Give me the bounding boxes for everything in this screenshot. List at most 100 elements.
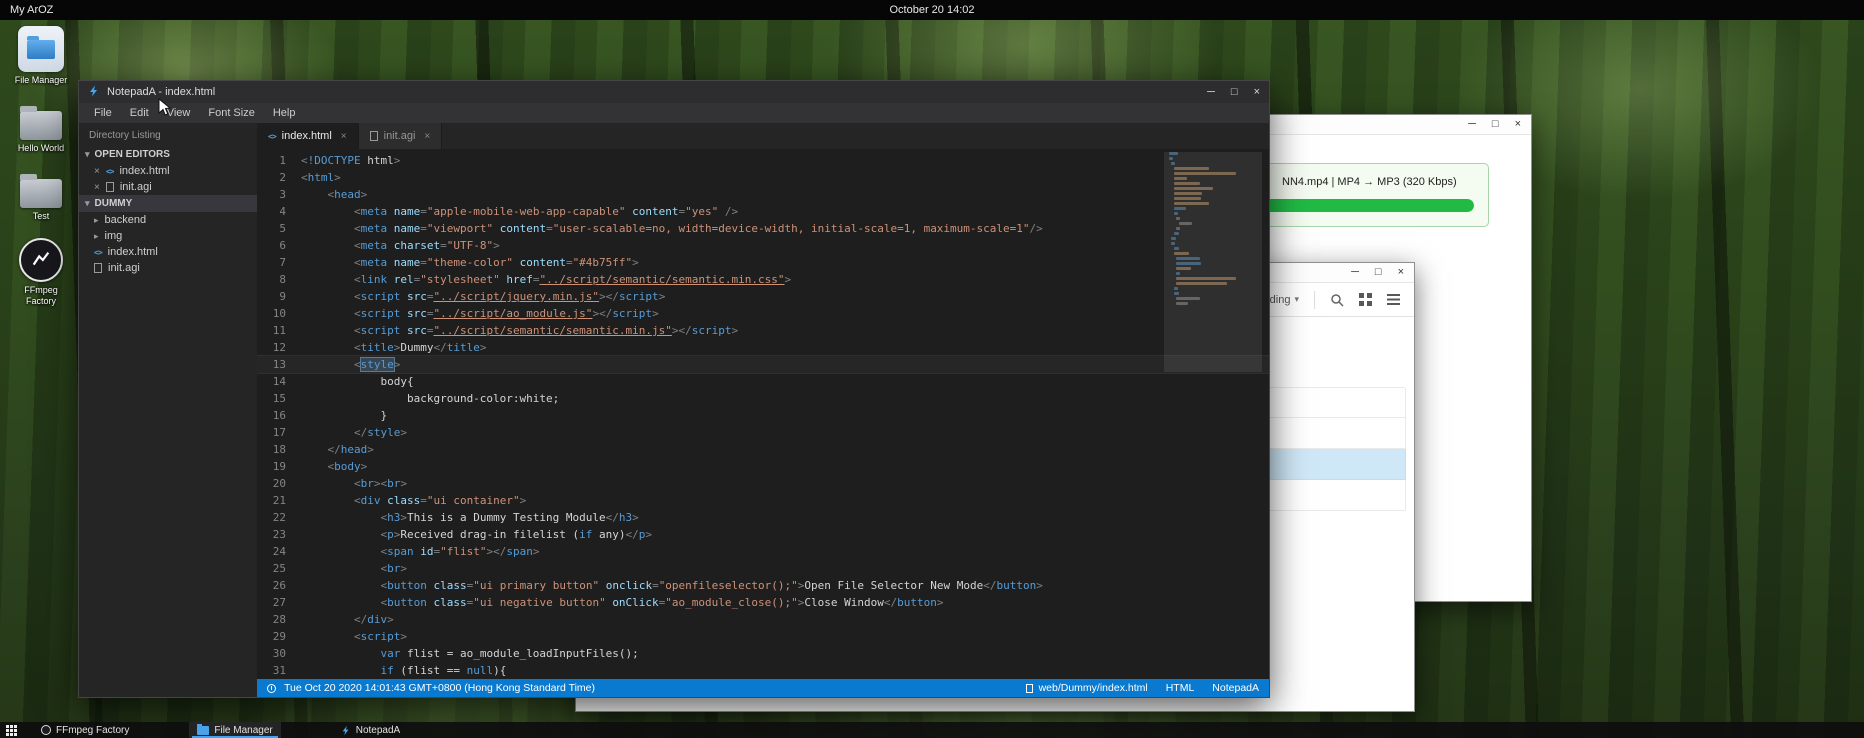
code-line[interactable]: 12 <title>Dummy</title> bbox=[257, 339, 1269, 356]
code-line[interactable]: 13 <style> bbox=[257, 356, 1269, 373]
code-line[interactable]: 20 <br><br> bbox=[257, 475, 1269, 492]
code-line[interactable]: 18 </head> bbox=[257, 441, 1269, 458]
close-button[interactable]: × bbox=[1254, 87, 1260, 98]
code-line[interactable]: 10 <script src="../script/ao_module.js">… bbox=[257, 305, 1269, 322]
menu-font-size[interactable]: Font Size bbox=[199, 105, 263, 121]
close-icon[interactable]: × bbox=[424, 131, 430, 142]
code-lines: 1<!DOCTYPE html>2<html>3 <head>4 <meta n… bbox=[257, 152, 1269, 679]
sidebar-item-index-html[interactable]: ×<>index.html bbox=[79, 163, 257, 179]
desktop-icon-hello-world[interactable]: Hello World bbox=[4, 103, 78, 154]
code-line[interactable]: 14 body{ bbox=[257, 373, 1269, 390]
search-icon[interactable] bbox=[1330, 293, 1344, 307]
code-line[interactable]: 27 <button class="ui negative button" on… bbox=[257, 594, 1269, 611]
maximize-button[interactable]: □ bbox=[1492, 119, 1499, 130]
code-line[interactable]: 1<!DOCTYPE html> bbox=[257, 152, 1269, 169]
code-line[interactable]: 3 <head> bbox=[257, 186, 1269, 203]
code-line[interactable]: 28 </div> bbox=[257, 611, 1269, 628]
line-number: 17 bbox=[257, 424, 301, 441]
sidebar-item-img[interactable]: ▸img bbox=[79, 228, 257, 244]
code-line[interactable]: 5 <meta name="viewport" content="user-sc… bbox=[257, 220, 1269, 237]
code-line[interactable]: 24 <span id="flist"></span> bbox=[257, 543, 1269, 560]
close-button[interactable]: × bbox=[1515, 119, 1521, 130]
code-text: <button class="ui primary button" onclic… bbox=[301, 577, 1043, 594]
code-line[interactable]: 9 <script src="../script/jquery.min.js">… bbox=[257, 288, 1269, 305]
sidebar-item-index-html[interactable]: <>index.html bbox=[79, 244, 257, 260]
sidebar-item-init-agi[interactable]: ×init.agi bbox=[79, 179, 257, 195]
grid-view-icon[interactable] bbox=[1359, 293, 1372, 306]
close-button[interactable]: × bbox=[1398, 267, 1404, 278]
tab-init-agi[interactable]: init.agi× bbox=[359, 123, 443, 149]
clock: October 20 14:02 bbox=[0, 4, 1864, 16]
code-editor[interactable]: 1<!DOCTYPE html>2<html>3 <head>4 <meta n… bbox=[257, 149, 1269, 679]
code-line[interactable]: 17 </style> bbox=[257, 424, 1269, 441]
line-number: 10 bbox=[257, 305, 301, 322]
code-line[interactable]: 30 var flist = ao_module_loadInputFiles(… bbox=[257, 645, 1269, 662]
minimize-button[interactable]: ─ bbox=[1468, 119, 1476, 130]
line-number: 8 bbox=[257, 271, 301, 288]
minimap-line bbox=[1176, 297, 1199, 300]
code-line[interactable]: 26 <button class="ui primary button" onc… bbox=[257, 577, 1269, 594]
code-line[interactable]: 19 <body> bbox=[257, 458, 1269, 475]
taskbar-item-label: NotepadA bbox=[356, 725, 400, 736]
code-text: <html> bbox=[301, 169, 341, 186]
code-text: } bbox=[301, 407, 387, 424]
code-line[interactable]: 7 <meta name="theme-color" content="#4b7… bbox=[257, 254, 1269, 271]
menu-file[interactable]: File bbox=[85, 105, 121, 121]
code-line[interactable]: 11 <script src="../script/semantic/seman… bbox=[257, 322, 1269, 339]
close-icon[interactable]: × bbox=[94, 182, 100, 193]
code-line[interactable]: 31 if (flist == null){ bbox=[257, 662, 1269, 679]
minimap-line bbox=[1176, 272, 1180, 275]
minimap[interactable] bbox=[1169, 152, 1257, 676]
maximize-button[interactable]: □ bbox=[1231, 87, 1238, 98]
app-grid-icon[interactable] bbox=[6, 725, 17, 736]
line-number: 2 bbox=[257, 169, 301, 186]
menu-help[interactable]: Help bbox=[264, 105, 305, 121]
code-line[interactable]: 16 } bbox=[257, 407, 1269, 424]
maximize-button[interactable]: □ bbox=[1375, 267, 1382, 278]
notepada-titlebar[interactable]: NotepadA - index.html ─ □ × bbox=[79, 81, 1269, 103]
code-line[interactable]: 29 <script> bbox=[257, 628, 1269, 645]
line-number: 11 bbox=[257, 322, 301, 339]
section-label: DUMMY bbox=[95, 198, 133, 209]
html-file-icon: <> bbox=[268, 132, 276, 141]
sidebar-section-dummy[interactable]: ▾ DUMMY bbox=[79, 195, 257, 212]
item-label: img bbox=[105, 230, 123, 242]
desktop-icon-file-manager[interactable]: File Manager bbox=[4, 26, 78, 86]
minimap-line bbox=[1176, 277, 1236, 280]
list-view-icon[interactable] bbox=[1387, 293, 1400, 306]
statusbar-file[interactable]: web/Dummy/index.html bbox=[1026, 682, 1148, 694]
code-line[interactable]: 21 <div class="ui container"> bbox=[257, 492, 1269, 509]
taskbar-item-file-manager[interactable]: File Manager bbox=[189, 722, 280, 738]
close-icon[interactable]: × bbox=[341, 131, 347, 142]
chevron-down-icon: ▾ bbox=[85, 198, 90, 209]
desktop-icon-ffmpeg-factory[interactable]: FFmpeg Factory bbox=[4, 238, 78, 307]
code-line[interactable]: 2<html> bbox=[257, 169, 1269, 186]
taskbar-item-notepada[interactable]: NotepadA bbox=[333, 722, 408, 738]
code-line[interactable]: 15 background-color:white; bbox=[257, 390, 1269, 407]
minimize-button[interactable]: ─ bbox=[1207, 87, 1215, 98]
sidebar-item-init-agi[interactable]: init.agi bbox=[79, 260, 257, 276]
code-line[interactable]: 6 <meta charset="UTF-8"> bbox=[257, 237, 1269, 254]
line-number: 9 bbox=[257, 288, 301, 305]
minimize-button[interactable]: ─ bbox=[1351, 267, 1359, 278]
code-line[interactable]: 22 <h3>This is a Dummy Testing Module</h… bbox=[257, 509, 1269, 526]
code-line[interactable]: 4 <meta name="apple-mobile-web-app-capab… bbox=[257, 203, 1269, 220]
statusbar-datetime: Tue Oct 20 2020 14:01:43 GMT+0800 (Hong … bbox=[284, 682, 595, 694]
tab-index-html[interactable]: <> index.html × bbox=[257, 123, 359, 149]
code-line[interactable]: 23 <p>Received drag-in filelist (if any)… bbox=[257, 526, 1269, 543]
close-icon[interactable]: × bbox=[94, 166, 100, 177]
sidebar-item-backend[interactable]: ▸backend bbox=[79, 212, 257, 228]
window-title: NotepadA - index.html bbox=[107, 86, 215, 98]
menu-edit[interactable]: Edit bbox=[121, 105, 158, 121]
desktop-icon-test[interactable]: Test bbox=[4, 171, 78, 222]
notepada-logo-icon bbox=[88, 85, 100, 100]
sidebar-section-open-editors[interactable]: ▾OPEN EDITORS bbox=[79, 146, 257, 163]
desktop: My ArOZ October 20 14:02 File ManagerHel… bbox=[0, 0, 1864, 738]
taskbar-item-ffmpeg-factory[interactable]: FFmpeg Factory bbox=[33, 722, 137, 738]
statusbar-language[interactable]: HTML bbox=[1166, 682, 1195, 694]
code-line[interactable]: 8 <link rel="stylesheet" href="../script… bbox=[257, 271, 1269, 288]
code-line[interactable]: 25 <br> bbox=[257, 560, 1269, 577]
code-text: <meta charset="UTF-8"> bbox=[301, 237, 500, 254]
tab-label: index.html bbox=[282, 130, 332, 142]
taskbar-items: FFmpeg Factory File Manager NotepadA bbox=[33, 722, 460, 738]
